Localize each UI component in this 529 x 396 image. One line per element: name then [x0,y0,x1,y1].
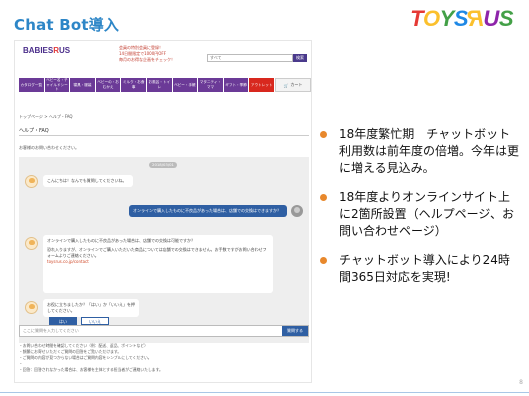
category-nav: カタログ一覧 ベビー名・チャイルドシート 寝具・服装 ベビーの・おむかえ ミルク… [19,78,311,92]
promo-line: 毎月のお得な企画をチェック！ [119,57,175,62]
logo-letter: O [423,6,440,31]
no-button[interactable]: いいえ [81,317,109,325]
logo-letter: R [468,6,484,31]
logo-letter: S [498,6,514,31]
category-item[interactable]: ミルク・お食事 [121,78,147,92]
chat-input-placeholder: ここに質問を入力してください [23,328,79,333]
site-header: BABIESRUS 会員の特別会員に登録！ 14日間限定で1000円OFF 毎月… [15,41,311,67]
cart-icon: 🛒 [283,82,289,88]
search-button[interactable]: 検索 [293,54,307,62]
chat-input[interactable]: ここに質問を入力してください 質問する [19,325,309,337]
cart-button[interactable]: 🛒 カート [274,78,311,92]
logo-letter: Y [439,6,455,31]
category-item[interactable]: ベビー名・チャイルドシート [44,78,71,92]
faq-note: お客様のお問い合わせください。 [19,145,79,150]
bot-message: こんにちは！なんでも質問してくださいね。 [43,175,133,187]
slide-title: Chat Bot導入 [14,16,120,34]
chat-window[interactable]: 2018/03/01 こんにちは！なんでも質問してくださいね。 オンラインで購入… [19,157,309,343]
note-line: ・お問い合わせ時間を確認してください（例：配送、返品、ポイントなど） [19,343,148,348]
note-line: ・ご質問の内容が見つからない場合はご質問内容をシンプルにしてください。 [19,354,152,360]
bot-feedback-ask: お役に立ちましたか？「はい」か「いいえ」を押してください。 [43,299,139,317]
yes-button[interactable]: はい [49,317,77,325]
category-item[interactable]: お風呂・トイレ [146,78,173,92]
category-item[interactable]: ベビーの・おむかえ [95,78,122,92]
bot-answer: オンラインで購入したものに不良品があった場合は、店舗での交換は可能ですか？ 恐れ… [43,235,273,293]
category-item-outlet[interactable]: アウトレット [249,78,275,92]
category-item[interactable]: マタニティ・ママ [198,78,224,92]
search-input[interactable]: すべて [207,54,293,62]
user-message: オンラインで購入したものに不良品があった場合は、店舗での交換はできますか？ [129,205,287,217]
user-avatar-icon [291,205,303,217]
page-number: 8 [519,379,523,386]
cart-label: カート [290,82,303,87]
divider [19,135,309,136]
bot-answer-question: オンラインで購入したものに不良品があった場合は、店舗での交換は可能ですか？ [47,238,195,243]
promo-banner[interactable]: 会員の特別会員に登録！ 14日間限定で1000円OFF 毎月のお得な企画をチェッ… [119,45,209,63]
chat-notes: ・お問い合わせ時間を確認してください（例：配送、返品、ポイントなど） ・頻繁にお… [19,343,163,372]
bot-avatar-icon [25,175,38,188]
bullet-item: 18年度よりオンラインサイト上に2箇所設置（ヘルプページ、お問い合わせページ） [320,189,520,240]
category-item[interactable]: ベビー・手帳 [172,78,199,92]
note-line: ・回答：回答されなかった場合は、お客様を主体とする担当者がご連絡いたします。 [19,366,163,372]
category-item[interactable]: ギフト・季節 [223,78,250,92]
bot-answer-link[interactable]: toysrus.co.jp/contact [47,259,269,265]
website-screenshot: BABIESRUS 会員の特別会員に登録！ 14日間限定で1000円OFF 毎月… [14,40,312,383]
page-title: ヘルプ・FAQ [19,128,49,134]
toysrus-logo: TOYSRUS [410,6,514,31]
breadcrumb[interactable]: トップページ > ヘルプ・FAQ [19,114,73,120]
bot-avatar-icon [25,237,38,250]
logo-letter: T [410,6,424,31]
bullet-item: 18年度繁忙期 チャットボット利用数は前年度の倍増。今年は更に増える見込み。 [320,126,520,177]
bullet-item: チャットボット導入により24時間365日対応を実現! [320,252,520,286]
bullet-list: 18年度繁忙期 チャットボット利用数は前年度の倍増。今年は更に増える見込み。 1… [320,126,520,298]
footer-divider [0,392,529,393]
category-item[interactable]: カタログ一覧 [19,78,45,92]
chat-date: 2018/03/01 [149,162,177,168]
bot-answer-text: 恐れ入りますが、オンラインでご購入いただいた商品については店舗での交換はできませ… [47,247,267,258]
category-item[interactable]: 寝具・服装 [70,78,96,92]
bullet-dot-icon [320,257,327,265]
bot-avatar-icon [25,301,38,314]
babiesrus-logo[interactable]: BABIESRUS [23,46,70,55]
logo-letter: U [483,6,499,31]
bullet-dot-icon [320,131,327,138]
logo-letter: S [453,6,469,31]
send-button[interactable]: 質問する [282,326,308,336]
bullet-dot-icon [320,194,327,202]
